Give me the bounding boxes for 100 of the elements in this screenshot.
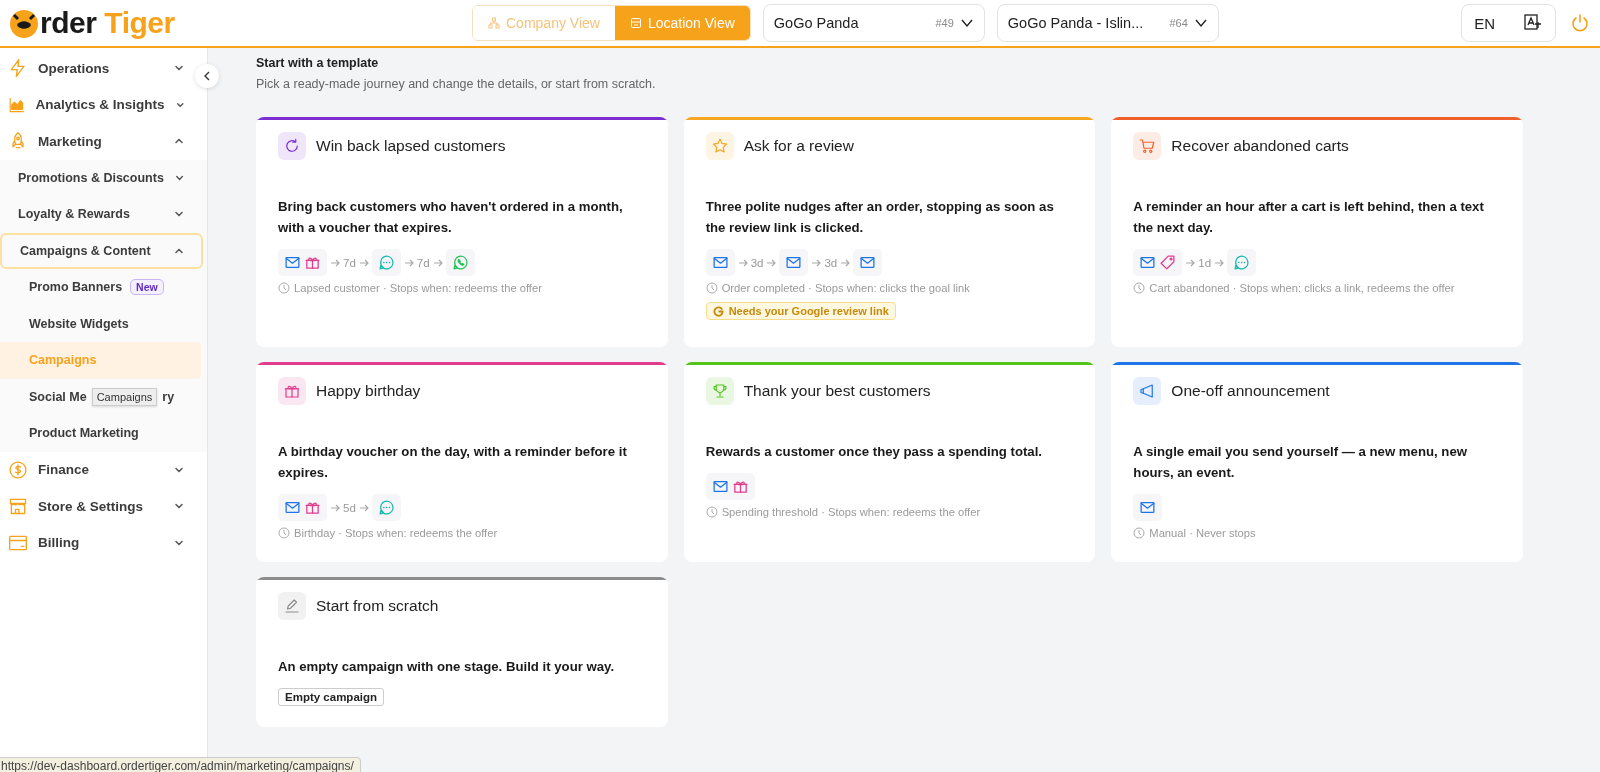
email-icon bbox=[1139, 499, 1157, 516]
email-icon bbox=[284, 254, 301, 271]
arrow-icon bbox=[840, 257, 851, 268]
template-card[interactable]: Ask for a review Three polite nudges after an order, stopping as soon as the review link is clicked. 3d 3d Order completed · Stops when: clicks the goal link Needs your Google review link bbox=[683, 117, 1096, 347]
email-icon bbox=[711, 254, 729, 271]
clock-icon bbox=[705, 282, 718, 294]
store-icon bbox=[629, 17, 642, 29]
tag-icon bbox=[1159, 254, 1177, 271]
item-label: Website Widgets bbox=[29, 316, 129, 331]
delay-label: 5d bbox=[343, 501, 356, 514]
status-url: https://dev-dashboard.ordertiger.com/admin/marketing/campaigns/ bbox=[0, 757, 361, 772]
template-card[interactable]: Thank your best customers Rewards a customer once they pass a spending total. Spending threshold · Stops when: redeems the offer bbox=[683, 362, 1096, 562]
item-label: Campaigns bbox=[29, 353, 97, 368]
whatsapp-icon bbox=[451, 254, 469, 271]
arrow-icon bbox=[330, 257, 340, 268]
gift-icon bbox=[278, 377, 306, 405]
cart-icon bbox=[1133, 132, 1162, 160]
arrow-icon bbox=[358, 257, 369, 268]
trigger-text: Manual · Never stops bbox=[1149, 527, 1256, 539]
trigger-text: Spending threshold · Stops when: redeems the offer bbox=[721, 506, 981, 518]
email-icon bbox=[1139, 254, 1157, 271]
sidebar-item[interactable]: Analytics & Insights bbox=[0, 86, 195, 123]
email-icon bbox=[785, 254, 803, 271]
sidebar-item[interactable]: Finance bbox=[0, 451, 195, 488]
refresh-icon bbox=[278, 132, 306, 160]
trophy-icon bbox=[705, 377, 734, 405]
email-icon bbox=[859, 254, 877, 271]
megaphone-icon bbox=[1133, 377, 1162, 405]
card-description: An empty campaign with one stage. Build it your way. bbox=[278, 658, 616, 676]
sidebar-subitem[interactable]: Promo Banners New bbox=[0, 269, 201, 306]
trigger-text: Birthday · Stops when: redeems the offer bbox=[294, 527, 498, 539]
trigger-text: Lapsed customer · Stops when: redeems the offer bbox=[294, 282, 542, 294]
arrow-icon bbox=[1214, 257, 1225, 268]
arrow-icon bbox=[737, 257, 748, 268]
email-icon bbox=[711, 478, 729, 495]
sidebar-subitem[interactable]: Campaigns & Content bbox=[0, 232, 203, 269]
card-description: Three polite nudges after an order, stopping as soon as the review link is clicked. bbox=[705, 198, 1055, 237]
delay-label: 3d bbox=[824, 256, 838, 269]
card-description: Bring back customers who haven't ordered in a month, with a voucher that expires. bbox=[278, 198, 624, 237]
template-card[interactable]: Win back lapsed customers Bring back customers who haven't ordered in a month, with a voucher that expires. 7d 7d Lapsed customer · Stops when: redeems the offer bbox=[256, 117, 668, 347]
card-title: Thank your best customers bbox=[743, 382, 931, 400]
sidebar-item[interactable]: Operations bbox=[0, 50, 195, 87]
location-selector[interactable]: GoGo Panda - Islin... #64 bbox=[996, 4, 1219, 42]
chat-icon bbox=[377, 254, 395, 271]
dollar-icon bbox=[8, 459, 28, 480]
item-label: Social Me bbox=[29, 389, 87, 404]
clock-icon bbox=[1133, 527, 1146, 539]
arrow-icon bbox=[1185, 257, 1196, 268]
card-description: A reminder an hour after a cart is left behind, then a text the next day. bbox=[1133, 198, 1485, 237]
power-icon[interactable] bbox=[1570, 13, 1590, 33]
warning-badge: Needs your Google review link bbox=[705, 302, 896, 320]
delay-label: 1d bbox=[1198, 256, 1212, 269]
template-card[interactable]: Start from scratch An empty campaign with one stage. Build it your way. Empty campaign bbox=[256, 577, 668, 727]
card-title: Start from scratch bbox=[316, 597, 439, 615]
item-label: Product Marketing bbox=[29, 426, 139, 441]
hierarchy-icon bbox=[488, 17, 500, 29]
clock-icon bbox=[705, 506, 718, 518]
sidebar-subitem[interactable]: Social Me Campaigns ry bbox=[0, 378, 201, 415]
section-title: Start with a template bbox=[256, 56, 380, 70]
sidebar-item[interactable]: Store & Settings bbox=[0, 488, 195, 525]
email-icon bbox=[284, 499, 301, 516]
template-card[interactable]: One-off announcement A single email you send yourself — a new menu, new hours, an event. Manual · Never stops bbox=[1111, 362, 1523, 562]
card-title: Recover abandoned carts bbox=[1171, 137, 1349, 155]
collapse-button[interactable] bbox=[195, 64, 219, 88]
sidebar-item[interactable]: Marketing bbox=[0, 123, 195, 160]
item-label: Promo Banners bbox=[29, 280, 123, 295]
card-title: Happy birthday bbox=[316, 382, 421, 400]
delay-label: 7d bbox=[416, 256, 430, 269]
clock-icon bbox=[1133, 282, 1146, 294]
arrow-icon bbox=[403, 257, 414, 268]
arrow-icon bbox=[811, 257, 822, 268]
template-tag: Empty campaign bbox=[278, 688, 385, 706]
template-card[interactable]: Happy birthday A birthday voucher on the day, with a reminder before it expires. 5d Birthday · Stops when: redeems the offer bbox=[256, 362, 668, 562]
logo-text: rder bbox=[40, 6, 97, 40]
delay-label: 7d bbox=[343, 256, 356, 269]
clock-icon bbox=[278, 282, 290, 294]
sidebar-item[interactable]: Billing bbox=[0, 524, 195, 561]
delay-label: 3d bbox=[750, 256, 764, 269]
card-description: A single email you send yourself — a new menu, new hours, an event. bbox=[1133, 443, 1468, 482]
location-selector[interactable]: GoGo Panda #49 bbox=[762, 4, 985, 42]
item-label: ry bbox=[162, 389, 175, 404]
trigger-text: Order completed · Stops when: clicks the goal link bbox=[721, 282, 970, 294]
sidebar-subitem[interactable]: Website Widgets bbox=[0, 305, 201, 342]
hover-tooltip: Campaigns bbox=[91, 387, 158, 406]
chat-icon bbox=[1233, 254, 1251, 271]
translate-icon bbox=[1523, 13, 1543, 33]
sidebar-subitem[interactable]: Loyalty & Rewards bbox=[0, 196, 207, 233]
card-title: Ask for a review bbox=[743, 137, 854, 155]
clock-icon bbox=[278, 527, 290, 539]
section-subtitle: Pick a ready-made journey and change the details, or start from scratch. bbox=[256, 77, 657, 91]
card-description: Rewards a customer once they pass a spending total. bbox=[705, 443, 1044, 461]
arrow-icon bbox=[358, 502, 369, 513]
chat-icon bbox=[377, 499, 395, 516]
arrow-icon bbox=[330, 502, 340, 513]
language-selector[interactable]: EN bbox=[1461, 4, 1556, 42]
card-title: Win back lapsed customers bbox=[316, 137, 506, 155]
sidebar-subitem[interactable]: Product Marketing bbox=[0, 415, 201, 452]
template-card[interactable]: Recover abandoned carts A reminder an hour after a cart is left behind, then a text the next day. 1d Cart abandoned · Stops when: clicks a link, redeems the offer bbox=[1111, 117, 1523, 347]
card-description: A birthday voucher on the day, with a reminder before it expires. bbox=[278, 443, 628, 482]
sidebar-subitem[interactable]: Promotions & Discounts bbox=[0, 159, 207, 196]
